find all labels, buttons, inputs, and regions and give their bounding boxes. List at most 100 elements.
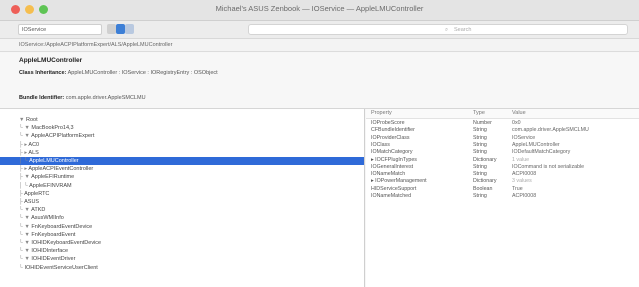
property-row[interactable]: IONameMatch String ACPI0008 [366,171,639,178]
object-name: AppleLMUController [19,57,83,64]
property-key: IOProviderClass [371,134,410,141]
tree-row[interactable]: └ ▼ AppleACPIPlatformExpert [0,132,364,140]
property-type: Number [473,120,492,126]
property-type: String [473,134,487,141]
property-value: ACPI0008 [512,193,537,199]
property-value: IODefaultMatchCategory [512,149,571,156]
tree-row[interactable]: └ ▼ ATKD [0,206,364,214]
tree-row-label: AppleACPIEventController [28,166,94,173]
tree-disclosure[interactable]: ├ ▸ [19,142,28,148]
tree-row-label: IOHIDEventServiceUserClient [24,264,98,271]
registry-tree[interactable]: ▼ Root └ ▼ MacBookPro14,3 └ ▼ AppleACPIPl… [0,109,365,287]
tree-disclosure[interactable]: └ ▼ [19,224,31,230]
tree-row-label: ALS [28,149,39,156]
tree-disclosure[interactable]: ├ ▸ [19,150,28,156]
property-key: IOClass [371,141,390,148]
tree-row[interactable]: ├ ▼ AppleEFIRuntime [0,173,364,181]
tree-disclosure[interactable]: │ └ [19,158,29,164]
property-value: AppleLMUController [512,141,560,148]
tree-disclosure[interactable]: └ ▼ [19,240,31,246]
tree-row[interactable]: └ ▼ FnKeyboardEventDevice [0,223,364,231]
property-key: ▸ IOPowerManagement [371,178,427,185]
tree-row[interactable]: └ ▼ IOHIDEventDriver [0,255,364,263]
tree-row-label: IOHIDEventDriver [31,256,76,263]
title-bar: Michael's ASUS Zenbook — IOService — App… [0,0,639,21]
column-header-type[interactable]: Type [473,109,485,118]
tree-row-label: AppleEFIRuntime [31,174,75,181]
grid-view-button[interactable] [125,24,134,34]
property-row[interactable]: ▸ IOPowerManagement Dictionary 3 values [366,178,639,185]
tree-disclosure[interactable]: ├ ▸ [19,166,28,172]
tree-disclosure[interactable]: └ ▼ [19,207,31,213]
tree-row-label: FnKeyboardEvent [31,231,76,238]
property-row[interactable]: IOProbeScore Number 0x0 [366,120,639,127]
search-field[interactable]: ⌕ Search [248,24,628,35]
property-table-header: Property Type Value [366,109,639,119]
tree-disclosure[interactable]: ├ ▼ [19,174,31,180]
tree-row[interactable]: ├ ▸ ALS [0,149,364,157]
tree-row[interactable]: └ ▼ MacBookPro14,3 [0,124,364,132]
property-table[interactable]: Property Type Value IOProbeScore Number 0x… [366,109,639,287]
tree-disclosure[interactable]: └ ▼ [19,248,31,254]
tree-row[interactable]: ├ AppleRTC [0,190,364,198]
property-row[interactable]: CFBundleIdentifier String com.apple.driver… [366,127,639,134]
tree-row-label: AC0 [28,141,40,148]
property-row[interactable]: IOMatchCategory String IODefaultMatchCateg… [366,149,639,156]
tree-row-label: IOHIDKeyboardEventDevice [31,240,102,246]
tree-disclosure[interactable]: └ ▼ [19,215,31,221]
service-plane-selector[interactable]: IOService [18,24,102,35]
column-header-value[interactable]: Value [512,109,526,118]
registry-path: IOService:/AppleACPIPlatformExpert/ALS/A… [0,39,639,52]
window-title: Michael's ASUS Zenbook — IOService — App… [215,4,424,13]
app-window: Michael's ASUS Zenbook — IOService — App… [0,0,639,287]
property-value: IOService [512,134,536,141]
tree-view-button[interactable] [116,24,125,34]
tree-disclosure[interactable]: │ └ [19,183,29,189]
property-key: IOProbeScore [371,120,405,126]
property-row[interactable]: IOGeneralInterest String IOCommand is not … [366,164,639,171]
toolbar: IOService ⌕ Search [0,21,639,39]
column-header-property[interactable]: Property [371,109,392,118]
property-key: HIDServiceSupport [371,185,417,192]
property-value: 1 value [512,156,530,163]
tree-disclosure[interactable]: └ ▼ [19,232,31,238]
property-row[interactable]: IOProviderClass String IOService [366,135,639,142]
tree-row[interactable]: └ ▼ IOHIDInterface [0,247,364,255]
tree-row[interactable]: ├ ▸ AppleACPIEventController [0,165,364,173]
tree-row-label: AsusWMIInfo [31,215,64,222]
property-type: String [473,141,487,148]
tree-row-label: Root [25,117,38,123]
tree-disclosure[interactable]: ▼ [19,117,26,123]
tree-disclosure[interactable]: └ ▼ [19,256,31,262]
tree-disclosure[interactable]: └ ▼ [19,125,31,131]
tree-row[interactable]: ├ ▸ AC0 [0,141,364,149]
property-key: IOMatchCategory [371,149,413,156]
property-type: Dictionary [473,156,497,163]
class-inheritance-value: AppleLMUController : IOService : IORegis… [67,70,218,76]
property-row[interactable]: HIDServiceSupport Boolean True [366,186,639,193]
object-info-header: AppleLMUController Class Inheritance: Ap… [0,53,639,109]
tree-row-label: AppleLMUController [29,158,79,164]
bundle-id-label: Bundle Identifier: [19,95,65,101]
tree-row[interactable]: └ ▼ AsusWMIInfo [0,214,364,222]
tree-disclosure[interactable]: └ ▼ [19,133,31,139]
tree-row[interactable]: └ ▼ FnKeyboardEvent [0,231,364,239]
property-row[interactable]: IONameMatched String ACPI0008 [366,193,639,200]
property-row[interactable]: IOClass String AppleLMUController [366,142,639,149]
property-type: Boolean [473,185,493,192]
property-key: IONameMatched [371,193,412,199]
tree-row[interactable]: ├ ASUS [0,198,364,206]
tree-row[interactable]: │ └ AppleLMUController [0,157,364,166]
property-type: String [473,127,487,134]
list-view-button[interactable] [107,24,116,34]
property-value: 0x0 [512,120,521,126]
tree-row[interactable]: └ ▼ IOHIDKeyboardEventDevice [0,239,364,247]
tree-row[interactable]: │ └ AppleEFINVRAM [0,182,364,190]
tree-row-label: AppleRTC [24,190,50,197]
tree-row[interactable]: ▼ Root [0,116,364,124]
property-type: Dictionary [473,178,497,185]
property-type: String [473,149,487,156]
tree-row-label: AppleEFINVRAM [29,182,72,189]
tree-row[interactable]: └ IOHIDEventServiceUserClient [0,264,364,272]
property-row[interactable]: ▸ IOCFPlugInTypes Dictionary 1 value [366,157,639,164]
